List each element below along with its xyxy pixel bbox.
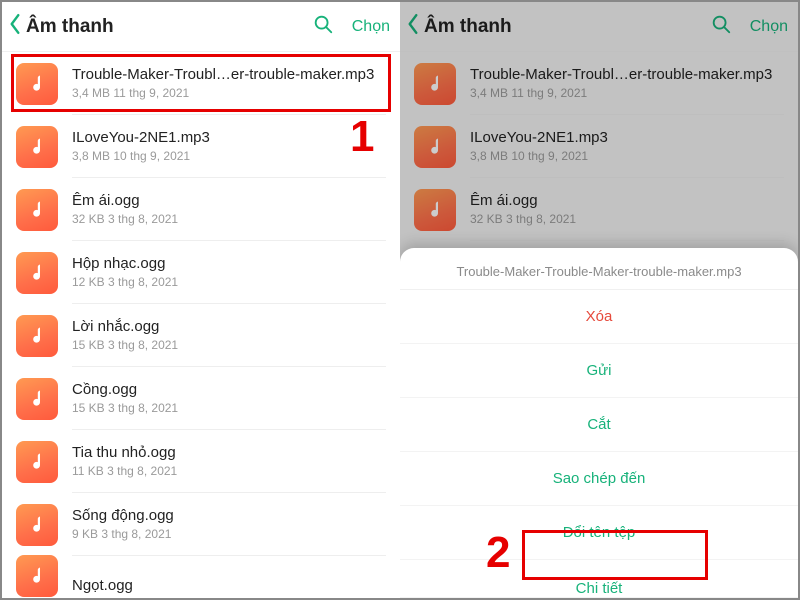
file-meta: 15 KB 3 thg 8, 2021 <box>72 338 386 352</box>
file-name: ILoveYou-2NE1.mp3 <box>72 129 386 146</box>
file-meta: 3,4 MB 11 thg 9, 2021 <box>470 86 784 100</box>
file-list: Trouble-Maker-Troubl…er-trouble-maker.mp… <box>2 52 400 598</box>
sheet-item-xóa[interactable]: Xóa <box>400 290 798 344</box>
file-name: Sống động.ogg <box>72 507 386 524</box>
select-button[interactable]: Chọn <box>352 18 390 36</box>
sheet-item-sao-chép-đến[interactable]: Sao chép đến <box>400 452 798 506</box>
list-item[interactable]: ILoveYou-2NE1.mp3 3,8 MB 10 thg 9, 2021 <box>2 115 400 178</box>
file-meta: 32 KB 3 thg 8, 2021 <box>470 212 784 226</box>
list-item[interactable]: Sống động.ogg 9 KB 3 thg 8, 2021 <box>2 493 400 556</box>
file-name: Lời nhắc.ogg <box>72 318 386 335</box>
music-icon <box>414 63 456 105</box>
file-name: Êm ái.ogg <box>470 192 784 209</box>
music-icon <box>414 126 456 168</box>
left-screen: Âm thanh Chọn Trouble-Maker-Troubl…er-tr… <box>2 2 400 598</box>
page-title: Âm thanh <box>424 16 512 38</box>
select-button[interactable]: Chọn <box>750 18 788 36</box>
music-icon <box>16 441 58 483</box>
header: Âm thanh Chọn <box>2 2 400 52</box>
highlight-box-2 <box>522 530 708 580</box>
music-icon <box>16 315 58 357</box>
annotation-number-2: 2 <box>486 528 510 578</box>
list-item[interactable]: ILoveYou-2NE1.mp3 3,8 MB 10 thg 9, 2021 <box>400 115 798 178</box>
file-name: Cồng.ogg <box>72 381 386 398</box>
list-item[interactable]: Trouble-Maker-Troubl…er-trouble-maker.mp… <box>400 52 798 115</box>
right-screen: Âm thanh Chọn Trouble-Maker-Troubl…er-tr… <box>400 2 798 598</box>
list-item[interactable]: Hộp nhạc.ogg 12 KB 3 thg 8, 2021 <box>2 241 400 304</box>
music-icon <box>16 126 58 168</box>
page-title: Âm thanh <box>26 16 114 38</box>
file-meta: 9 KB 3 thg 8, 2021 <box>72 527 386 541</box>
list-item[interactable]: Ngọt.ogg <box>2 556 400 596</box>
list-item[interactable]: Lời nhắc.ogg 15 KB 3 thg 8, 2021 <box>2 304 400 367</box>
chevron-left-icon <box>8 13 22 40</box>
back-button[interactable] <box>8 13 22 40</box>
music-icon <box>16 504 58 546</box>
annotation-number-1: 1 <box>350 112 374 162</box>
chevron-left-icon <box>406 13 420 40</box>
list-item[interactable]: Tia thu nhỏ.ogg 11 KB 3 thg 8, 2021 <box>2 430 400 493</box>
file-name: Hộp nhạc.ogg <box>72 255 386 272</box>
file-name: Êm ái.ogg <box>72 192 386 209</box>
file-name: Trouble-Maker-Troubl…er-trouble-maker.mp… <box>470 66 784 83</box>
sheet-item-gửi[interactable]: Gửi <box>400 344 798 398</box>
search-icon[interactable] <box>312 13 334 40</box>
music-icon <box>16 252 58 294</box>
file-name: Ngọt.ogg <box>72 577 386 594</box>
file-meta: 32 KB 3 thg 8, 2021 <box>72 212 386 226</box>
file-meta: 15 KB 3 thg 8, 2021 <box>72 401 386 415</box>
file-name: Tia thu nhỏ.ogg <box>72 444 386 461</box>
file-meta: 3,8 MB 10 thg 9, 2021 <box>72 149 386 163</box>
music-icon <box>16 378 58 420</box>
back-button[interactable] <box>406 13 420 40</box>
file-meta: 11 KB 3 thg 8, 2021 <box>72 464 386 478</box>
search-icon[interactable] <box>710 13 732 40</box>
sheet-item-cắt[interactable]: Cắt <box>400 398 798 452</box>
music-icon <box>414 189 456 231</box>
header: Âm thanh Chọn <box>400 2 798 52</box>
list-item[interactable]: Êm ái.ogg 32 KB 3 thg 8, 2021 <box>2 178 400 241</box>
list-item[interactable]: Cồng.ogg 15 KB 3 thg 8, 2021 <box>2 367 400 430</box>
music-icon <box>16 555 58 597</box>
list-item[interactable]: Êm ái.ogg 32 KB 3 thg 8, 2021 <box>400 178 798 241</box>
music-icon <box>16 189 58 231</box>
sheet-title: Trouble-Maker-Trouble-Maker-trouble-make… <box>400 248 798 290</box>
highlight-box-1 <box>11 54 391 112</box>
file-meta: 12 KB 3 thg 8, 2021 <box>72 275 386 289</box>
file-name: ILoveYou-2NE1.mp3 <box>470 129 784 146</box>
file-meta: 3,8 MB 10 thg 9, 2021 <box>470 149 784 163</box>
